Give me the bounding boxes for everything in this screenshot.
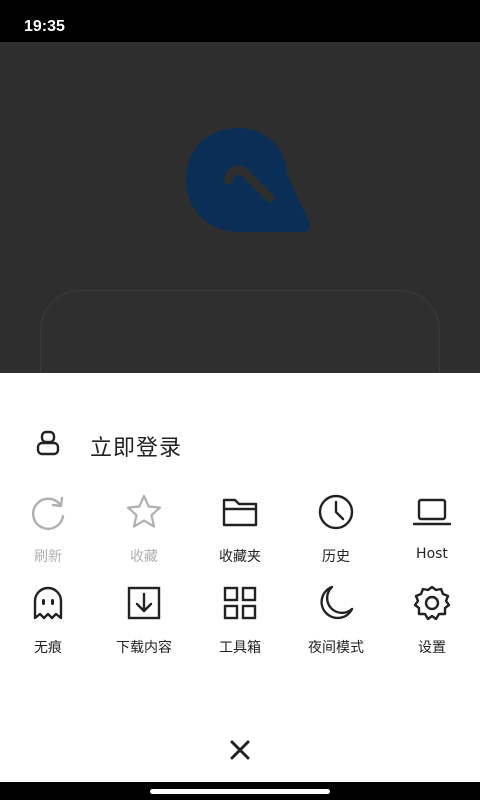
- refresh-icon: [31, 496, 65, 530]
- navigation-bar: [0, 782, 480, 800]
- menu-grid: 刷新 收藏 收藏夹 历史 Host 无痕 下载内容 工具箱 夜间模式 设置: [0, 488, 480, 670]
- download-icon: [127, 586, 161, 620]
- menu-item-label: 收藏: [130, 549, 158, 565]
- login-label: 立即登录: [90, 436, 183, 461]
- gear-icon: [413, 585, 451, 621]
- menu-item-label: 工具箱: [219, 640, 261, 656]
- menu-item-label: 夜间模式: [308, 640, 364, 656]
- menu-item-favorite[interactable]: 收藏: [96, 488, 192, 579]
- status-bar: 19:35: [0, 0, 480, 42]
- menu-item-label: Host: [416, 546, 448, 562]
- grid-icon: [223, 586, 257, 620]
- clock-icon: [318, 494, 354, 530]
- menu-item-label: 下载内容: [116, 640, 172, 656]
- menu-item-label: 刷新: [34, 549, 62, 565]
- menu-item-refresh[interactable]: 刷新: [0, 488, 96, 579]
- menu-item-history[interactable]: 历史: [288, 488, 384, 579]
- menu-item-label: 设置: [418, 640, 446, 656]
- moon-icon: [320, 585, 354, 620]
- dimmed-background[interactable]: [0, 42, 480, 373]
- user-icon: [36, 430, 60, 456]
- menu-item-toolbox[interactable]: 工具箱: [192, 579, 288, 670]
- home-indicator[interactable]: [150, 789, 330, 794]
- login-row[interactable]: 立即登录: [0, 413, 480, 473]
- menu-item-label: 收藏夹: [219, 549, 261, 565]
- menu-row: 刷新 收藏 收藏夹 历史 Host: [0, 488, 480, 579]
- close-icon[interactable]: [220, 730, 260, 770]
- menu-item-label: 无痕: [34, 640, 62, 656]
- menu-item-bookmarks[interactable]: 收藏夹: [192, 488, 288, 579]
- menu-item-night-mode[interactable]: 夜间模式: [288, 579, 384, 670]
- star-icon: [126, 494, 162, 528]
- menu-row: 无痕 下载内容 工具箱 夜间模式 设置: [0, 579, 480, 670]
- status-time: 19:35: [24, 18, 65, 35]
- background-search-bar: [40, 290, 440, 373]
- ghost-icon: [33, 586, 63, 620]
- browser-logo-icon: [186, 128, 310, 232]
- menu-item-label: 历史: [322, 549, 350, 565]
- laptop-icon: [412, 498, 452, 526]
- bottom-menu-sheet: 立即登录 刷新 收藏 收藏夹 历史 Host 无痕 下载内容 工具箱 夜间模式 …: [0, 373, 480, 800]
- menu-item-host[interactable]: Host: [384, 488, 480, 579]
- menu-item-downloads[interactable]: 下载内容: [96, 579, 192, 670]
- menu-item-settings[interactable]: 设置: [384, 579, 480, 670]
- menu-item-incognito[interactable]: 无痕: [0, 579, 96, 670]
- folder-icon: [222, 498, 258, 527]
